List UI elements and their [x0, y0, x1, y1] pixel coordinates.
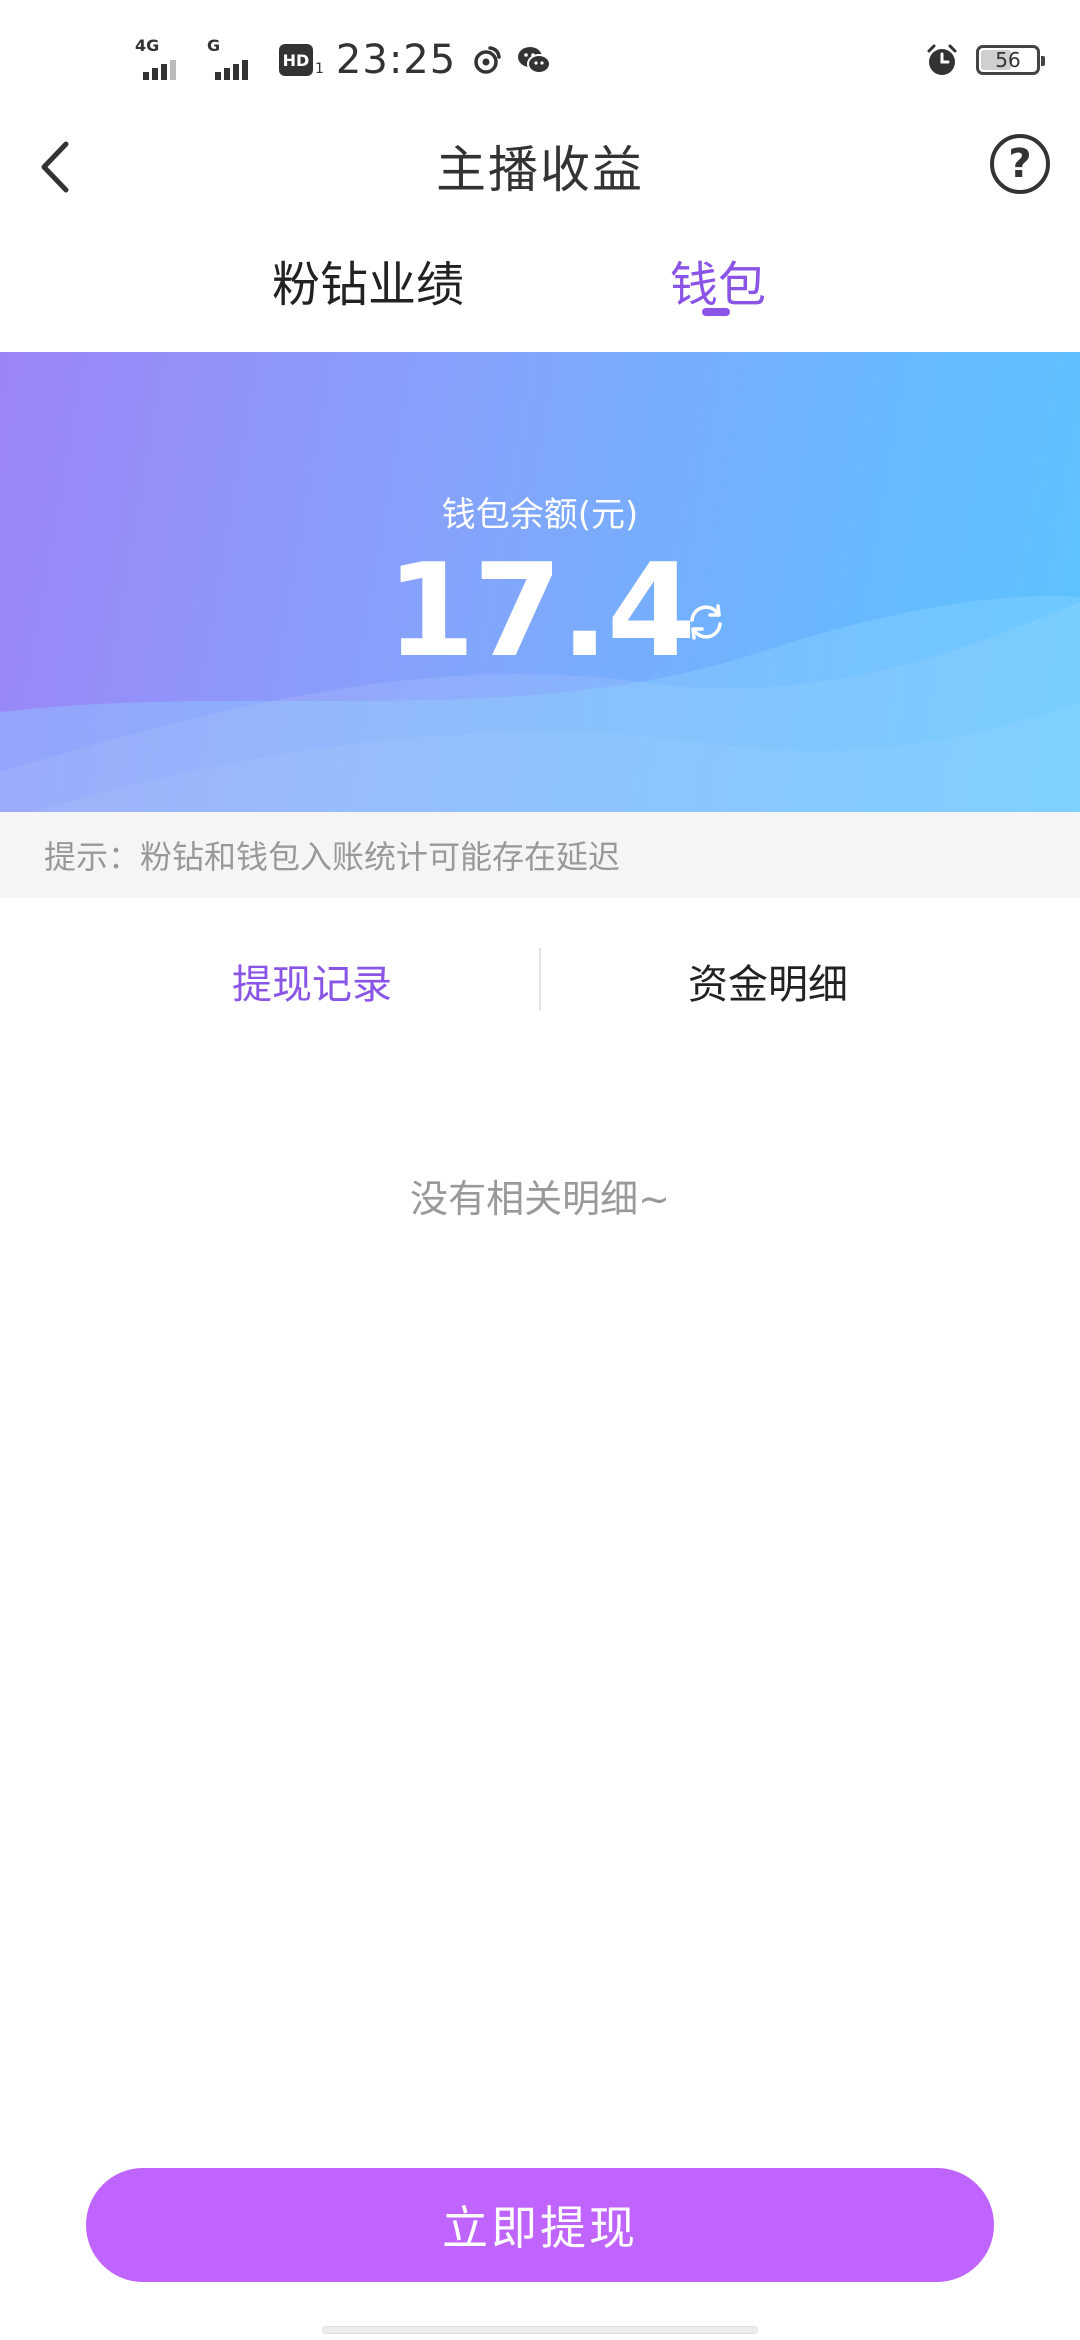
tip-text: 提示：粉钻和钱包入账统计可能存在延迟 [44, 838, 621, 876]
battery-level: 56 [995, 48, 1021, 72]
empty-state-text: 没有相关明细~ [410, 1177, 670, 1221]
wallet-page: 4G G HD 1 23:25 56 主播收益 ? 粉钻业绩 钱包 钱包余额(元… [0, 0, 1080, 2340]
sub-tabs: 提现记录 资金明细 [0, 930, 1080, 1030]
status-bar: 4G G HD 1 23:25 56 [0, 0, 1080, 110]
tab-withdraw-records[interactable]: 提现记录 [232, 952, 392, 1010]
status-time: 23:25 [335, 37, 457, 83]
weibo-icon [474, 46, 501, 74]
header: 主播收益 ? [0, 110, 1080, 220]
help-button[interactable]: ? [990, 134, 1050, 194]
alarm-icon [927, 44, 957, 75]
status-right: 56 [924, 38, 1045, 82]
tip-bar: 提示：粉钻和钱包入账统计可能存在延迟 [0, 812, 1080, 898]
battery-icon: 56 [976, 45, 1045, 75]
hd-sub-label: 1 [315, 61, 324, 77]
hd-icon: HD [279, 44, 313, 76]
network-type-4g: 4G [135, 36, 160, 55]
active-tab-indicator [702, 308, 730, 316]
network-type-g: G [207, 36, 221, 55]
signal-g-icon: G [207, 36, 267, 84]
balance-value: 17.4 [386, 537, 696, 686]
sub-tab-divider [539, 948, 541, 1010]
status-left: 4G G HD 1 23:25 [135, 30, 552, 90]
page-title: 主播收益 [436, 141, 644, 199]
tab-wallet[interactable]: 钱包 [670, 245, 766, 315]
tab-fund-details[interactable]: 资金明细 [688, 952, 848, 1010]
top-tabs: 粉钻业绩 钱包 [0, 225, 1080, 350]
help-icon: ? [1008, 141, 1032, 187]
wallet-balance-card: 钱包余额(元) 17.4 [0, 352, 1080, 812]
refresh-button[interactable] [682, 598, 730, 646]
home-indicator[interactable] [322, 2326, 758, 2334]
signal-4g-icon: 4G [135, 36, 195, 84]
balance-label: 钱包余额(元) [441, 495, 639, 535]
wechat-icon [518, 47, 552, 74]
withdraw-now-button[interactable]: 立即提现 [86, 2168, 994, 2282]
tab-fan-diamond[interactable]: 粉钻业绩 [272, 245, 464, 315]
